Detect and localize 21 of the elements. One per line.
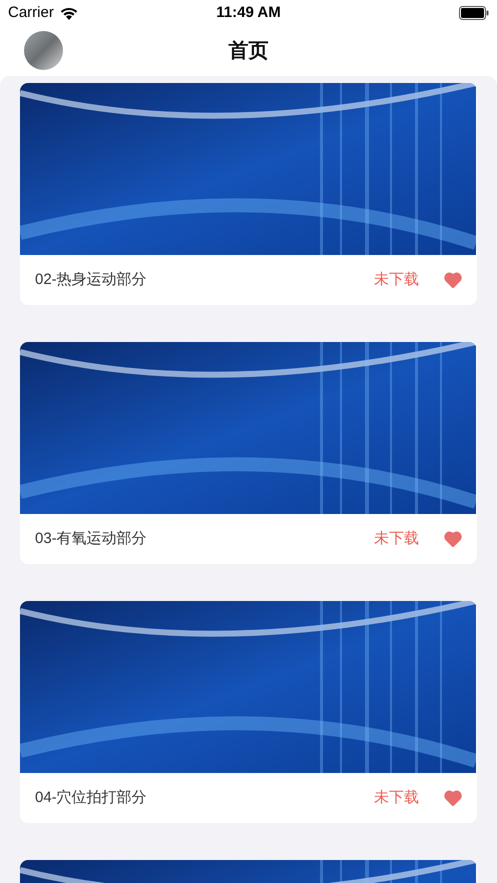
video-thumbnail[interactable] (20, 83, 476, 255)
download-status: 未下载 (374, 528, 419, 549)
page-title: 首页 (228, 39, 268, 64)
video-title: 02-热身运动部分 (35, 270, 148, 290)
wifi-icon (60, 6, 78, 20)
video-card[interactable]: 02-热身运动部分 未下载 (20, 83, 477, 305)
video-card[interactable]: 04-穴位拍打部分 未下载 (20, 601, 477, 823)
download-status: 未下载 (374, 788, 419, 808)
status-time: 11:49 AM (216, 2, 281, 23)
battery-icon (458, 6, 489, 20)
video-title: 03-有氧运动部分 (35, 528, 148, 549)
video-title: 04-穴位拍打部分 (35, 788, 148, 808)
video-card[interactable]: 03-有氧运动部分 未下载 (20, 342, 477, 564)
carrier-name: Carrier (8, 2, 54, 23)
video-thumbnail[interactable] (20, 601, 476, 773)
heart-icon[interactable] (444, 790, 462, 806)
avatar[interactable] (24, 31, 63, 70)
download-status: 未下载 (374, 270, 419, 290)
video-thumbnail[interactable] (20, 342, 476, 514)
heart-icon[interactable] (444, 531, 462, 547)
heart-icon[interactable] (444, 272, 462, 288)
